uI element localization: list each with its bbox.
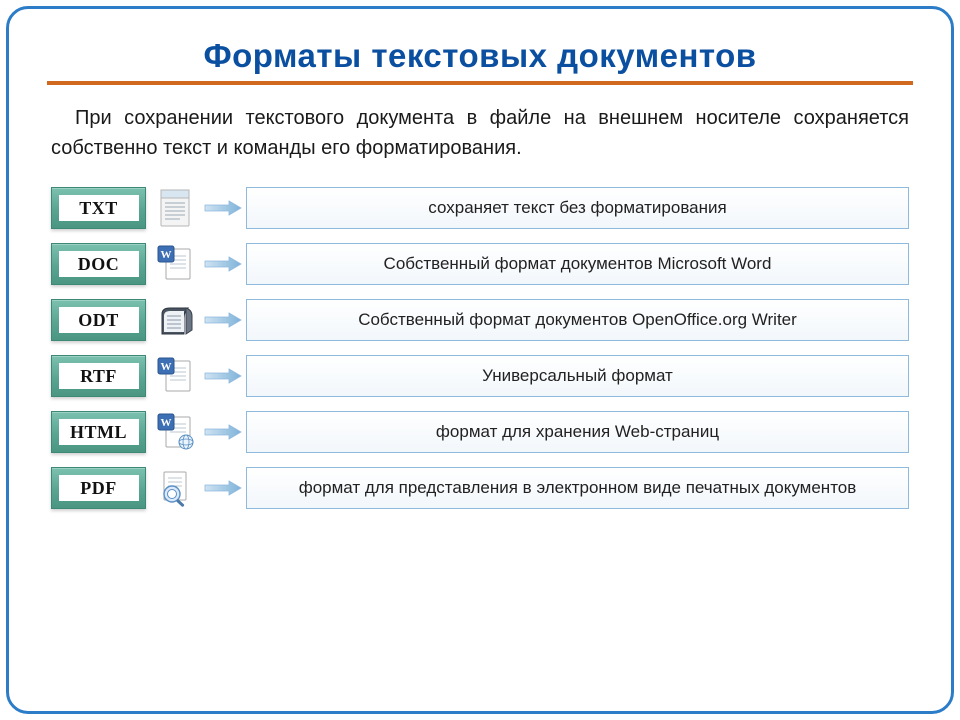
- format-row-txt: TXT сохраняет текст без форматирования: [51, 187, 909, 229]
- format-label: RTF: [59, 363, 139, 389]
- format-row-rtf: RTF W Универсальный формат: [51, 355, 909, 397]
- arrow-icon: [200, 299, 246, 341]
- txt-icon: [152, 187, 200, 229]
- svg-text:W: W: [161, 417, 172, 429]
- title-underline: [47, 81, 913, 85]
- svg-text:W: W: [161, 249, 172, 261]
- html-icon: W: [152, 411, 200, 453]
- odt-icon: [152, 299, 200, 341]
- format-desc: формат для представления в электронном в…: [246, 467, 909, 509]
- format-badge: RTF: [51, 355, 146, 397]
- format-badge: PDF: [51, 467, 146, 509]
- format-badge: DOC: [51, 243, 146, 285]
- format-badge: ODT: [51, 299, 146, 341]
- format-row-html: HTML W формат для хранения Web-стр: [51, 411, 909, 453]
- format-desc: Собственный формат документов OpenOffice…: [246, 299, 909, 341]
- format-badge: HTML: [51, 411, 146, 453]
- arrow-icon: [200, 411, 246, 453]
- format-label: HTML: [59, 419, 139, 445]
- format-desc: Универсальный формат: [246, 355, 909, 397]
- rtf-icon: W: [152, 355, 200, 397]
- format-desc: сохраняет текст без форматирования: [246, 187, 909, 229]
- format-row-pdf: PDF формат для представления в электронн…: [51, 467, 909, 509]
- format-label: TXT: [59, 195, 139, 221]
- format-label: PDF: [59, 475, 139, 501]
- format-list: TXT сохраняет текст без форматирования: [47, 187, 913, 509]
- pdf-icon: [152, 467, 200, 509]
- format-label: DOC: [59, 251, 139, 277]
- arrow-icon: [200, 243, 246, 285]
- format-row-odt: ODT Собственный формат документов OpenOf…: [51, 299, 909, 341]
- svg-text:W: W: [161, 361, 172, 373]
- doc-icon: W: [152, 243, 200, 285]
- format-label: ODT: [59, 307, 139, 333]
- format-desc: Собственный формат документов Microsoft …: [246, 243, 909, 285]
- slide-frame: Форматы текстовых документов При сохране…: [6, 6, 954, 714]
- intro-text: При сохранении текстового документа в фа…: [47, 103, 913, 163]
- page-title: Форматы текстовых документов: [47, 37, 913, 75]
- format-badge: TXT: [51, 187, 146, 229]
- format-row-doc: DOC W Собственный формат документов Micr…: [51, 243, 909, 285]
- format-desc: формат для хранения Web-страниц: [246, 411, 909, 453]
- arrow-icon: [200, 467, 246, 509]
- arrow-icon: [200, 355, 246, 397]
- arrow-icon: [200, 187, 246, 229]
